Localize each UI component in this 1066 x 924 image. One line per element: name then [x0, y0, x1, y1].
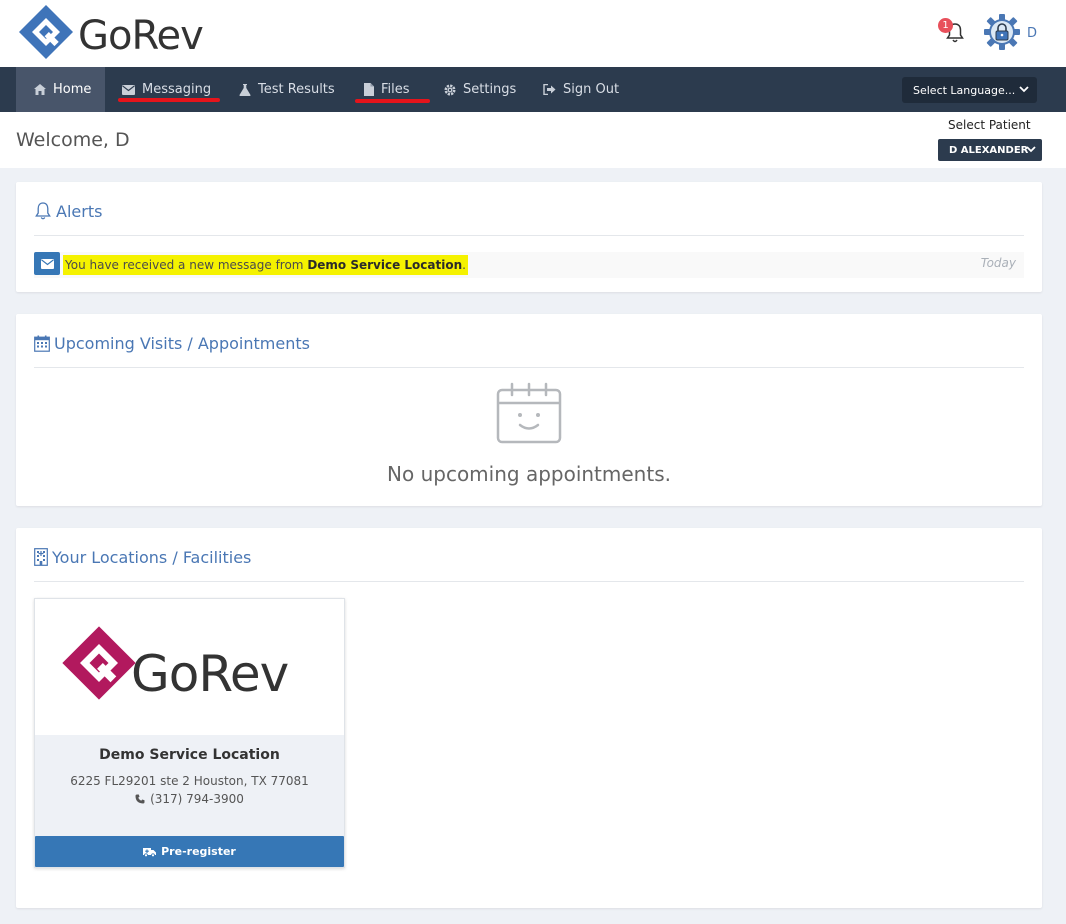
- calendar-icon: [34, 335, 50, 352]
- messaging-annotation-underline: [118, 98, 220, 102]
- nav-files-label: Files: [381, 82, 410, 97]
- bell-icon: [34, 201, 52, 221]
- language-select-label: Select Language...: [913, 83, 1016, 97]
- location-card: GoRev Demo Service Location 6225 FL29201…: [34, 598, 345, 868]
- select-patient-label: Select Patient: [948, 118, 1031, 132]
- gear-lock-icon: [984, 14, 1020, 50]
- nav-home[interactable]: Home: [16, 67, 105, 112]
- language-select[interactable]: Select Language...: [902, 77, 1037, 103]
- locations-title-text: Your Locations / Facilities: [52, 547, 252, 567]
- notification-badge: 1: [938, 18, 953, 33]
- alerts-title: Alerts: [34, 200, 102, 222]
- location-logo: GoRev: [35, 599, 344, 735]
- envelope-icon: [122, 84, 135, 95]
- files-annotation-underline: [355, 99, 430, 103]
- alert-message-prefix: You have received a new message from: [65, 258, 308, 272]
- location-name: Demo Service Location: [99, 747, 280, 763]
- divider: [34, 235, 1024, 236]
- gorev-logo-icon: [19, 5, 73, 59]
- alerts-card: Alerts You have received a new message f…: [16, 182, 1042, 292]
- alert-item[interactable]: You have received a new message from Dem…: [34, 252, 1024, 278]
- locations-title: Your Locations / Facilities: [34, 546, 251, 568]
- alert-message[interactable]: You have received a new message from Dem…: [63, 255, 468, 275]
- pre-register-button[interactable]: Pre-register: [35, 836, 344, 867]
- welcome-heading: Welcome, D: [16, 129, 130, 151]
- account-security-button[interactable]: [983, 13, 1021, 51]
- nav-sign-out[interactable]: Sign Out: [543, 67, 619, 112]
- nav-test-results[interactable]: Test Results: [239, 67, 335, 112]
- pre-register-label: Pre-register: [161, 845, 236, 858]
- nav-sign-out-label: Sign Out: [563, 82, 620, 97]
- nav-settings[interactable]: Settings: [444, 67, 516, 112]
- locations-card: Your Locations / Facilities GoRev Demo S…: [16, 528, 1042, 908]
- nav-messaging-label: Messaging: [142, 82, 212, 97]
- home-icon: [34, 84, 46, 95]
- nav-home-label: Home: [53, 82, 92, 97]
- nav-files[interactable]: Files: [364, 67, 410, 112]
- user-initial[interactable]: D: [1027, 26, 1037, 41]
- divider: [34, 367, 1024, 368]
- no-appointments-text: No upcoming appointments.: [387, 462, 671, 486]
- sign-out-icon: [543, 84, 556, 95]
- alert-message-suffix: .: [462, 258, 466, 272]
- location-address: 6225 FL29201 ste 2 Houston, TX 77081: [70, 774, 309, 788]
- envelope-icon: [34, 252, 60, 275]
- location-phone[interactable]: (317) 794-3900: [35, 792, 344, 806]
- ambulance-icon: [143, 847, 157, 857]
- nav-settings-label: Settings: [463, 82, 517, 97]
- patient-select-button[interactable]: D ALEXANDER: [938, 139, 1042, 161]
- location-logo-wordmark: GoRev: [131, 645, 289, 703]
- file-icon: [364, 83, 374, 96]
- welcome-bar: [0, 112, 1066, 168]
- flask-icon: [239, 83, 251, 96]
- gorev-location-logo-icon: [62, 626, 136, 700]
- app-header: GoRev 1 D: [0, 0, 1066, 67]
- gear-icon: [444, 84, 456, 96]
- calendar-smile-icon: [496, 382, 562, 448]
- logo-wordmark: GoRev: [78, 13, 204, 59]
- nav-test-results-label: Test Results: [258, 82, 335, 97]
- patient-name: D ALEXANDER: [949, 144, 1029, 156]
- chevron-down-icon: [1026, 143, 1036, 158]
- alerts-title-text: Alerts: [56, 201, 103, 221]
- alert-timestamp: Today: [980, 256, 1016, 270]
- nav-messaging[interactable]: Messaging: [122, 67, 211, 112]
- building-icon: [34, 548, 48, 566]
- appointments-title: Upcoming Visits / Appointments: [34, 332, 310, 354]
- gorev-logo[interactable]: GoRev: [18, 2, 204, 62]
- alert-sender: Demo Service Location: [307, 258, 463, 272]
- divider: [34, 581, 1024, 582]
- chevron-down-icon: [1019, 83, 1029, 98]
- location-phone-number: (317) 794-3900: [150, 792, 244, 806]
- appointments-title-text: Upcoming Visits / Appointments: [54, 333, 310, 353]
- phone-icon: [135, 794, 145, 804]
- appointments-card: Upcoming Visits / Appointments No upcomi…: [16, 314, 1042, 506]
